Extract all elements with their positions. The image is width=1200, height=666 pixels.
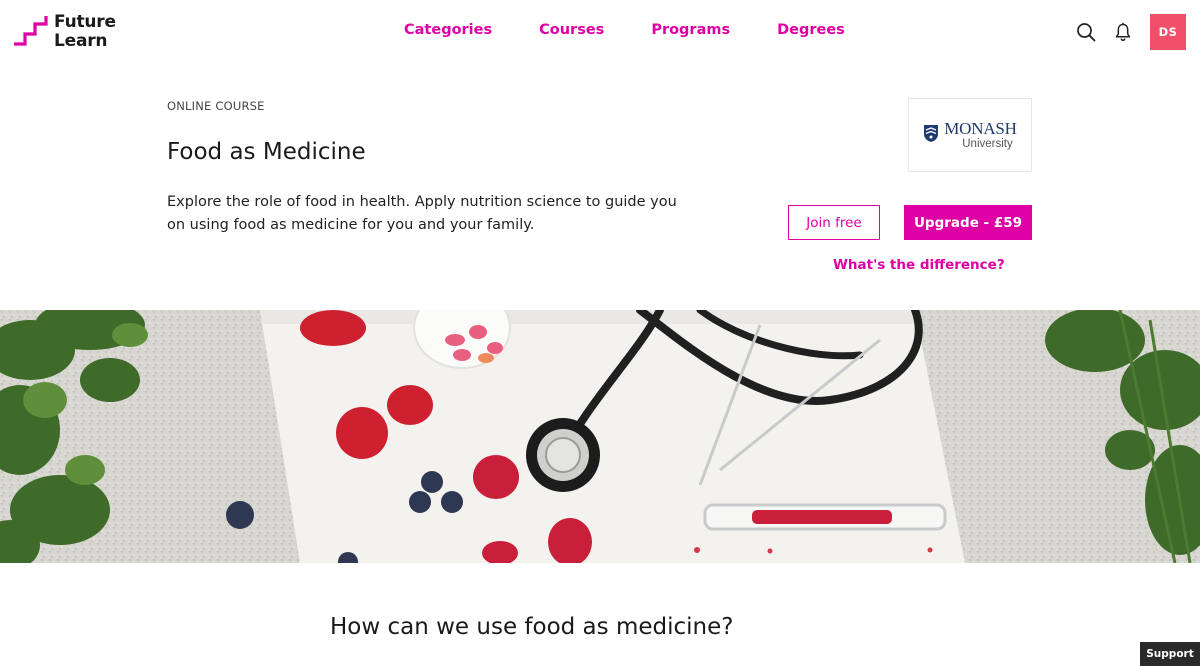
upgrade-button[interactable]: Upgrade - £59 [904, 205, 1032, 240]
support-button[interactable]: Support [1140, 642, 1200, 666]
whats-the-difference-link[interactable]: What's the difference? [833, 257, 1005, 273]
logo-wordmark: Future Learn [54, 13, 116, 51]
partner-subtitle: University [962, 137, 1013, 150]
page-title: Food as Medicine [167, 139, 366, 165]
nav-courses[interactable]: Courses [539, 22, 604, 38]
nav-categories[interactable]: Categories [404, 22, 492, 38]
futurelearn-logo[interactable]: Future Learn [12, 13, 116, 51]
search-icon[interactable] [1076, 22, 1096, 42]
main-nav: Categories Courses Programs Degrees [404, 22, 892, 38]
user-avatar[interactable]: DS [1150, 14, 1186, 50]
partner-logo[interactable]: MONASH University [908, 98, 1032, 172]
course-type-label: ONLINE COURSE [167, 99, 265, 113]
monash-crest-icon [924, 124, 939, 142]
nav-degrees[interactable]: Degrees [777, 22, 845, 38]
logo-line-1: Future [54, 12, 116, 32]
futurelearn-logo-icon [14, 16, 48, 46]
section-heading: How can we use food as medicine? [330, 614, 734, 640]
course-hero-image [0, 310, 1200, 563]
nav-programs[interactable]: Programs [651, 22, 730, 38]
top-header: Future Learn Categories Courses Programs… [0, 0, 1200, 64]
header-actions: DS [1076, 14, 1186, 50]
logo-line-2: Learn [54, 31, 108, 51]
course-description: Explore the role of food in health. Appl… [167, 194, 677, 233]
join-free-button[interactable]: Join free [788, 205, 880, 240]
partner-name: MONASH [944, 118, 1017, 138]
bell-icon[interactable] [1113, 22, 1133, 42]
